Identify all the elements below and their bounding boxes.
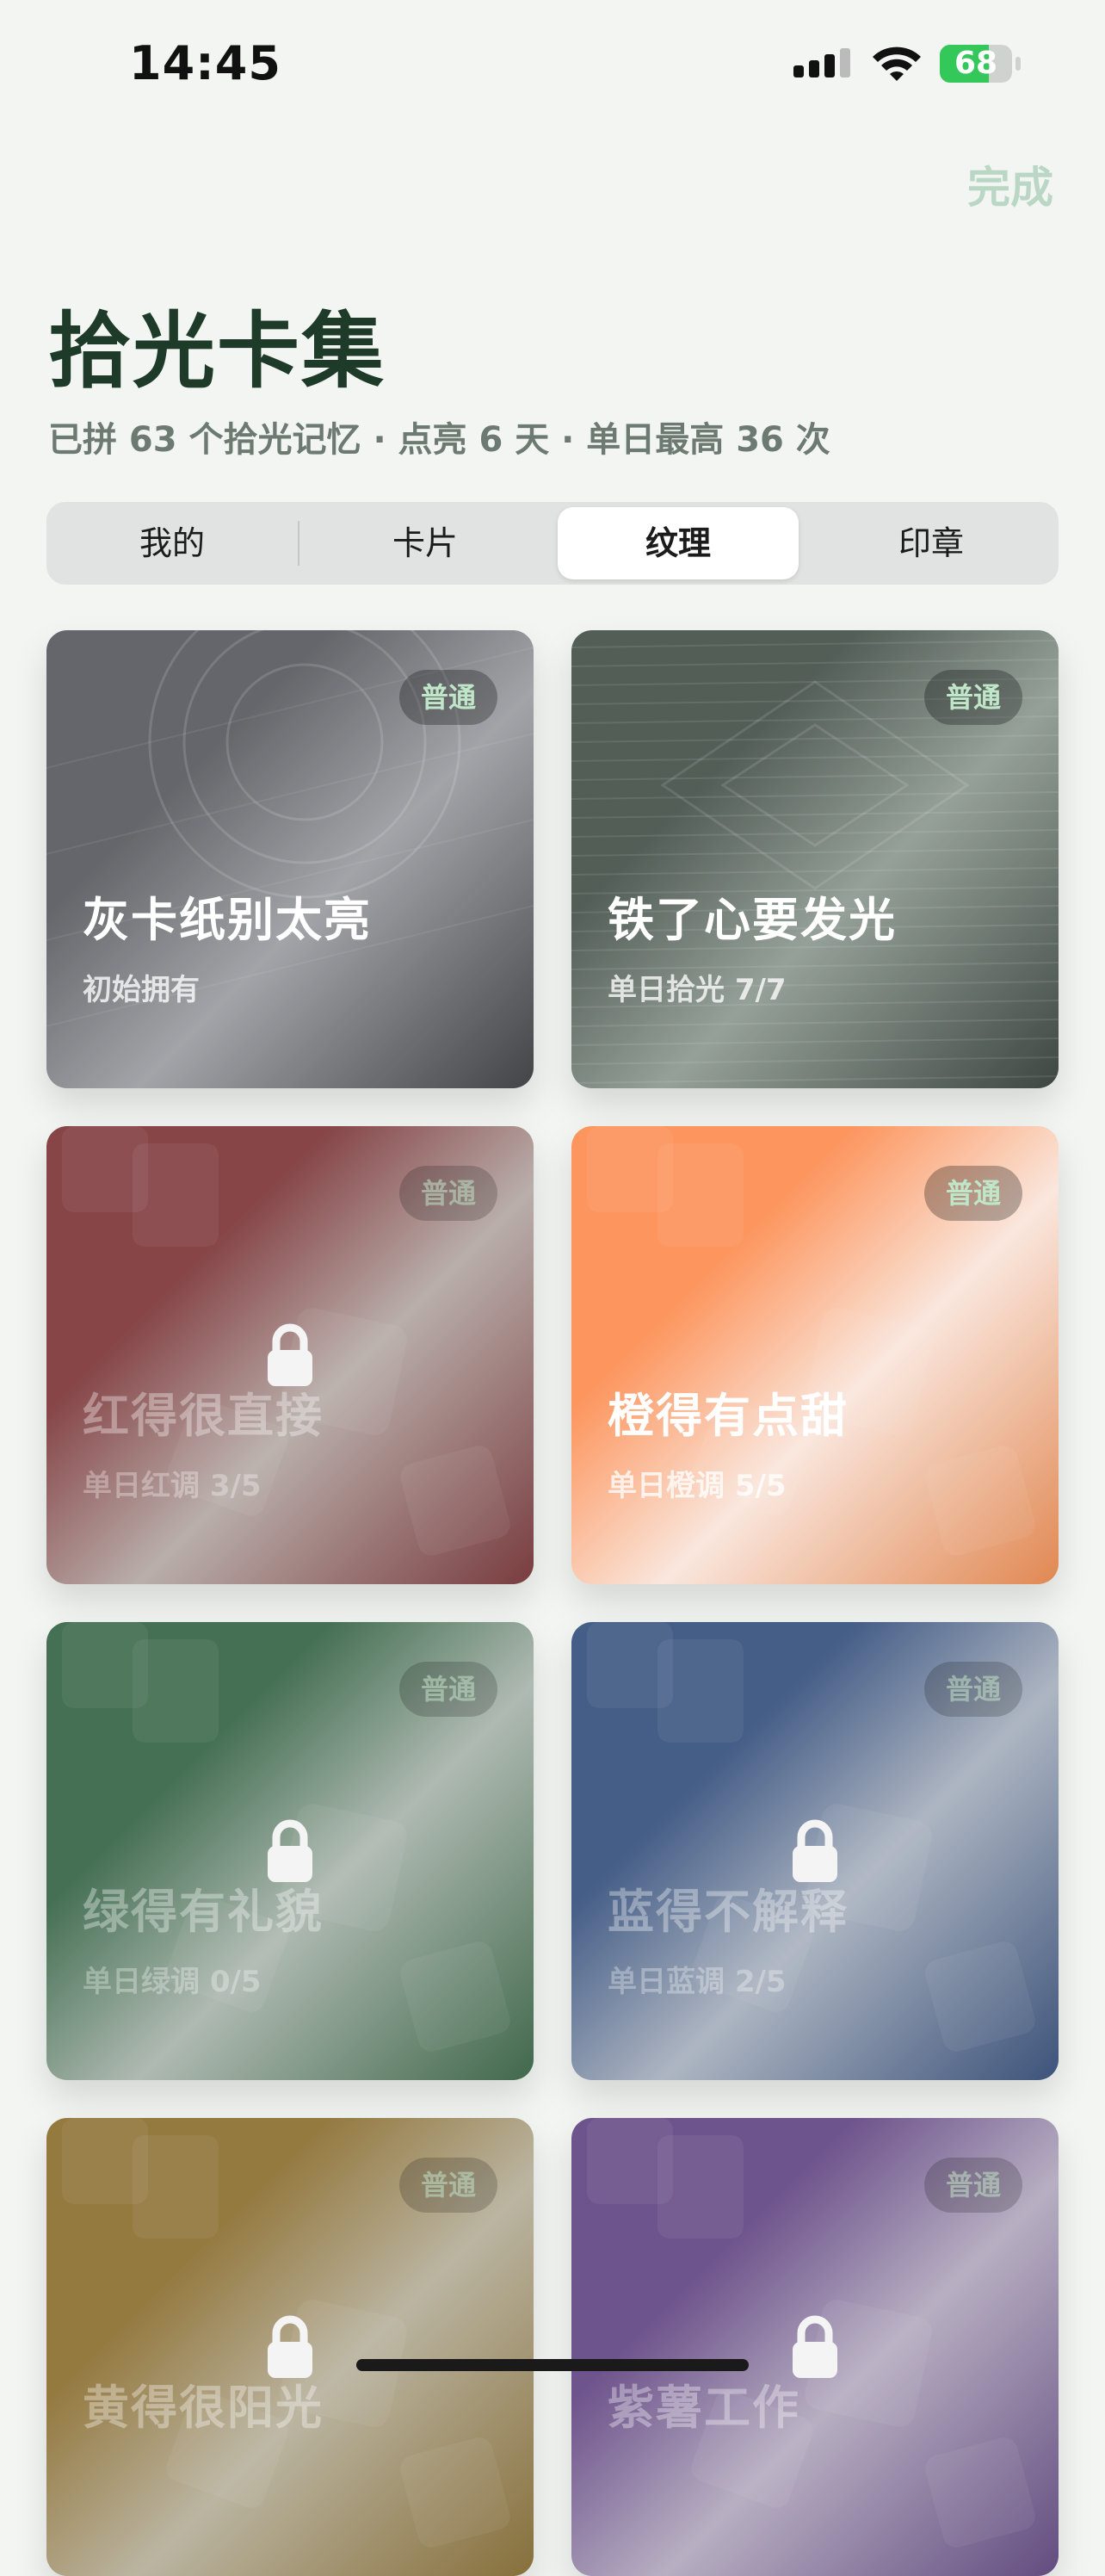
texture-card[interactable]: 普通 绿得有礼貌 单日绿调 0/5 [46,1622,534,2080]
card-title: 铁了心要发光 [608,893,897,947]
texture-card[interactable]: 普通 红得很直接 单日红调 3/5 [46,1126,534,1584]
done-button[interactable]: 完成 [967,153,1053,215]
texture-card[interactable]: 普通铁了心要发光单日拾光 7/7 [571,630,1059,1088]
rarity-badge: 普通 [399,1166,497,1221]
unlock-condition: 单日拾光 7/7 [608,973,787,1007]
card-title: 紫薯工作 [608,2381,800,2435]
rarity-badge: 普通 [924,1166,1022,1221]
texture-card[interactable]: 普通灰卡纸别太亮初始拥有 [46,630,534,1088]
lock-icon [789,1818,841,1884]
card-title: 橙得有点甜 [608,1389,849,1443]
status-bar: 14:45 68 [0,0,1105,129]
page-title: 拾光卡集 [48,303,386,399]
tab-mine[interactable]: 我的 [52,507,293,579]
tab-cards[interactable]: 卡片 [305,507,546,579]
unlock-condition: 单日绿调 0/5 [83,1965,262,1999]
category-tabs: 我的 卡片 纹理 印章 [46,502,1059,585]
lock-icon [264,2314,316,2380]
clock: 14:45 [129,36,281,90]
texture-card[interactable]: 普通 蓝得不解释 单日蓝调 2/5 [571,1622,1059,2080]
rarity-badge: 普通 [924,670,1022,725]
texture-card[interactable]: 普通橙得有点甜单日橙调 5/5 [571,1126,1059,1584]
lock-icon [264,1322,316,1388]
tab-stamps[interactable]: 印章 [811,507,1052,579]
rarity-badge: 普通 [924,1662,1022,1717]
collection-stats: 已拼 63 个拾光记忆 · 点亮 6 天 · 单日最高 36 次 [48,420,830,460]
lock-icon [264,1818,316,1884]
card-title: 灰卡纸别太亮 [83,893,372,947]
tab-textures[interactable]: 纹理 [558,507,799,579]
home-indicator [356,2359,749,2371]
rarity-badge: 普通 [924,2158,1022,2213]
rarity-badge: 普通 [399,670,497,725]
texture-card[interactable]: 普通 黄得很阳光 [46,2118,534,2576]
cellular-signal-icon [793,48,850,77]
wifi-icon [873,46,921,81]
rarity-badge: 普通 [399,1662,497,1717]
battery-icon: 68 [940,45,1022,83]
lock-icon [789,2314,841,2380]
rarity-badge: 普通 [399,2158,497,2213]
unlock-condition: 初始拥有 [83,973,200,1007]
texture-card[interactable]: 普通紫薯工作 [571,2118,1059,2576]
unlock-condition: 单日蓝调 2/5 [608,1965,787,1999]
unlock-condition: 单日橙调 5/5 [608,1469,787,1503]
tab-divider [298,521,299,566]
unlock-condition: 单日红调 3/5 [83,1469,262,1503]
